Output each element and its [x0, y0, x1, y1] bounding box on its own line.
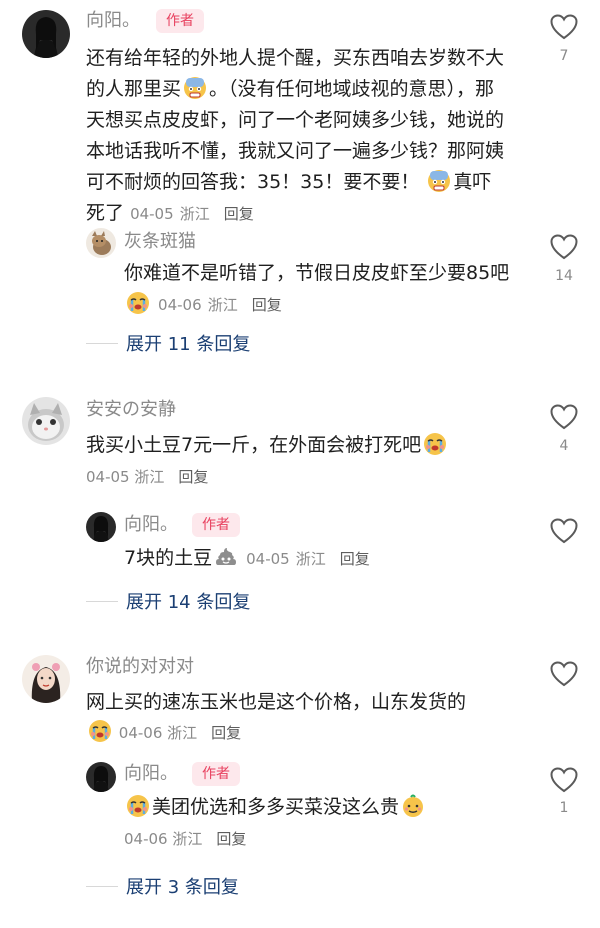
- divider: [86, 600, 118, 602]
- author-badge: 作者: [156, 9, 204, 33]
- reply-text: 美团优选和多多买菜没这么贵: [124, 792, 524, 823]
- divider: [86, 342, 118, 344]
- like-button[interactable]: [550, 404, 578, 430]
- author-badge: 作者: [192, 513, 240, 537]
- comment-meta: 04-06 浙江 回复: [86, 719, 241, 745]
- avatar[interactable]: [86, 228, 116, 258]
- comment-username[interactable]: 向阳。: [86, 9, 140, 33]
- like-button[interactable]: [550, 234, 578, 260]
- comment-meta: 04-05 浙江 回复: [86, 466, 208, 488]
- reply-date: 04-05: [246, 550, 290, 568]
- expand-replies-label: 展开 11 条回复: [126, 334, 251, 355]
- like-count: 4: [559, 438, 569, 454]
- reply-username[interactable]: 灰条斑猫: [124, 230, 196, 254]
- comment-date: 04-05: [86, 468, 130, 486]
- comment-location: 浙江: [134, 468, 165, 486]
- reply-date: 04-06: [124, 830, 168, 848]
- comment-username[interactable]: 你说的对对对: [86, 655, 194, 679]
- reply-meta: 04-06 浙江 回复: [124, 828, 246, 850]
- crying-face-emoji: [126, 291, 150, 315]
- reply-location: 浙江: [172, 830, 203, 848]
- reply-button[interactable]: 回复: [178, 468, 208, 486]
- reply-button[interactable]: 回复: [211, 724, 241, 742]
- comment-location: 浙江: [179, 205, 210, 223]
- expand-replies-button[interactable]: 展开 14 条回复: [86, 588, 250, 614]
- scared-face-emoji: [183, 76, 207, 100]
- comment-username[interactable]: 安安の安静: [86, 398, 176, 422]
- comment-date: 04-05: [130, 205, 174, 223]
- like-button[interactable]: [550, 661, 578, 687]
- heart-outline-icon: [550, 518, 578, 544]
- heart-outline-icon: [550, 14, 578, 40]
- comment-text: 还有给年轻的外地人提个醒，买东西咱去岁数不大的人那里买 。（没有任何地域歧视的意思…: [86, 47, 505, 224]
- reply-date: 04-06: [158, 296, 202, 314]
- avatar[interactable]: [22, 397, 70, 445]
- like-count: 14: [555, 268, 573, 284]
- avatar[interactable]: [22, 10, 70, 58]
- expand-replies-button[interactable]: 展开 3 条回复: [86, 873, 239, 899]
- expand-replies-button[interactable]: 展开 11 条回复: [86, 330, 250, 356]
- crying-face-emoji: [88, 719, 112, 743]
- reply-text: 7块的土豆 04-05 浙江 回复: [124, 545, 370, 569]
- reply-button[interactable]: 回复: [224, 205, 254, 223]
- comment-text: 我买小土豆7元一斤，在外面会被打死吧: [86, 430, 506, 461]
- heart-outline-icon: [550, 767, 578, 793]
- reply-username[interactable]: 向阳。: [124, 762, 178, 786]
- heart-outline-icon: [550, 661, 578, 687]
- heart-outline-icon: [550, 404, 578, 430]
- expand-replies-label: 展开 3 条回复: [126, 877, 239, 898]
- crying-face-emoji: [126, 794, 150, 818]
- reply-button[interactable]: 回复: [340, 550, 370, 568]
- reply-location: 浙江: [207, 296, 238, 314]
- author-badge: 作者: [192, 762, 240, 786]
- comment-text: 网上买的速冻玉米也是这个价格，山东发货的: [86, 691, 467, 713]
- avatar[interactable]: [22, 655, 70, 703]
- like-button[interactable]: [550, 518, 578, 544]
- grimace-face-emoji: [401, 794, 425, 818]
- expand-replies-label: 展开 14 条回复: [126, 592, 251, 613]
- scared-face-emoji: [427, 169, 451, 193]
- crying-face-emoji: [423, 432, 447, 456]
- reply-location: 浙江: [295, 550, 326, 568]
- reply-text: 你难道不是听错了，节假日皮皮虾至少要85吧 04-06 浙江 回复: [124, 262, 510, 315]
- like-count: 1: [559, 800, 569, 816]
- comment-date: 04-06: [118, 724, 163, 742]
- reply-username[interactable]: 向阳。: [124, 513, 178, 537]
- comment-location: 浙江: [167, 724, 198, 742]
- divider: [86, 885, 118, 887]
- reply-button[interactable]: 回复: [216, 830, 246, 848]
- reply-button[interactable]: 回复: [252, 296, 282, 314]
- like-button[interactable]: [550, 14, 578, 40]
- heart-outline-icon: [550, 234, 578, 260]
- poop-emoji: [214, 545, 238, 569]
- like-count: 7: [559, 48, 569, 64]
- like-button[interactable]: [550, 767, 578, 793]
- avatar[interactable]: [86, 762, 116, 792]
- avatar[interactable]: [86, 512, 116, 542]
